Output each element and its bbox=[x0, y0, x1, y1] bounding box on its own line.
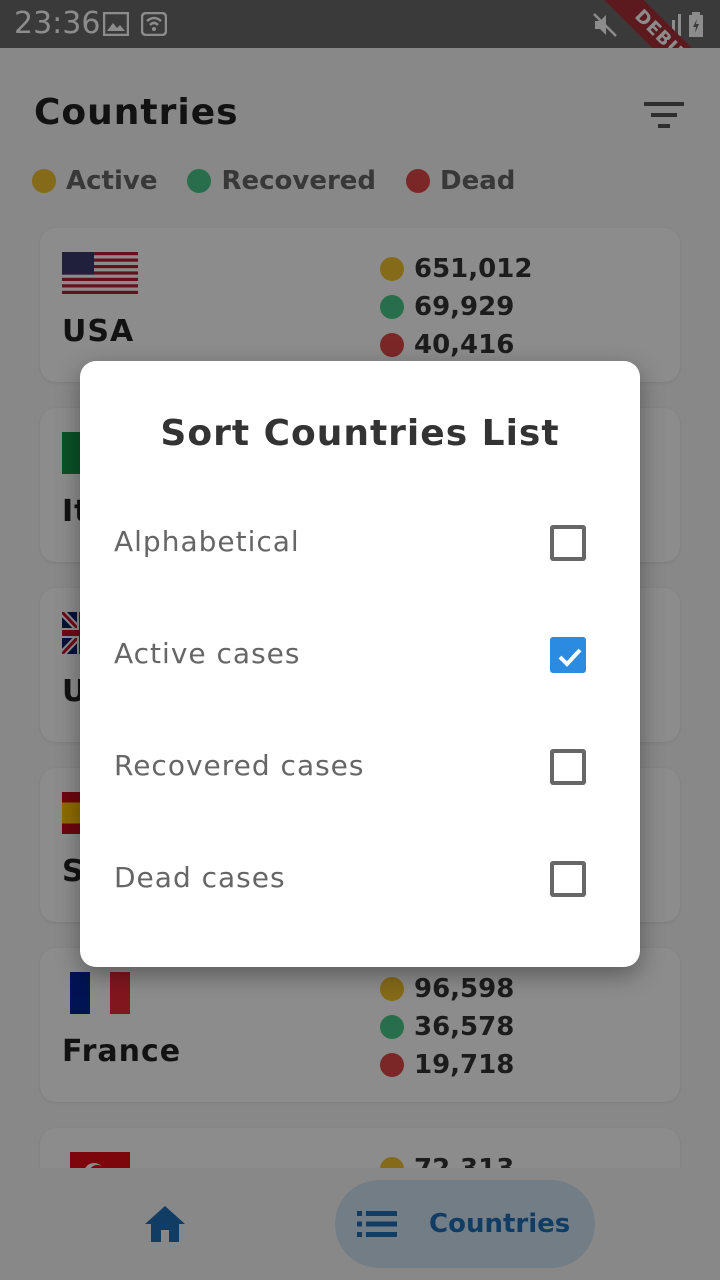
checkmark-icon bbox=[558, 648, 582, 667]
option-label: Active cases bbox=[114, 637, 301, 670]
sort-option-active[interactable]: Active cases bbox=[80, 615, 640, 695]
sort-option-dead[interactable]: Dead cases bbox=[80, 839, 640, 919]
option-label: Dead cases bbox=[114, 861, 286, 894]
alphabetical-checkbox[interactable] bbox=[550, 525, 586, 561]
option-label: Recovered cases bbox=[114, 749, 365, 782]
sort-option-recovered[interactable]: Recovered cases bbox=[80, 727, 640, 807]
sort-option-alphabetical[interactable]: Alphabetical bbox=[80, 503, 640, 583]
active-checkbox[interactable] bbox=[550, 637, 586, 673]
dead-checkbox[interactable] bbox=[550, 861, 586, 897]
dialog-title: Sort Countries List bbox=[160, 413, 560, 454]
recovered-checkbox[interactable] bbox=[550, 749, 586, 785]
sort-dialog: Sort Countries List Alphabetical Active … bbox=[80, 361, 640, 967]
option-label: Alphabetical bbox=[114, 525, 300, 558]
